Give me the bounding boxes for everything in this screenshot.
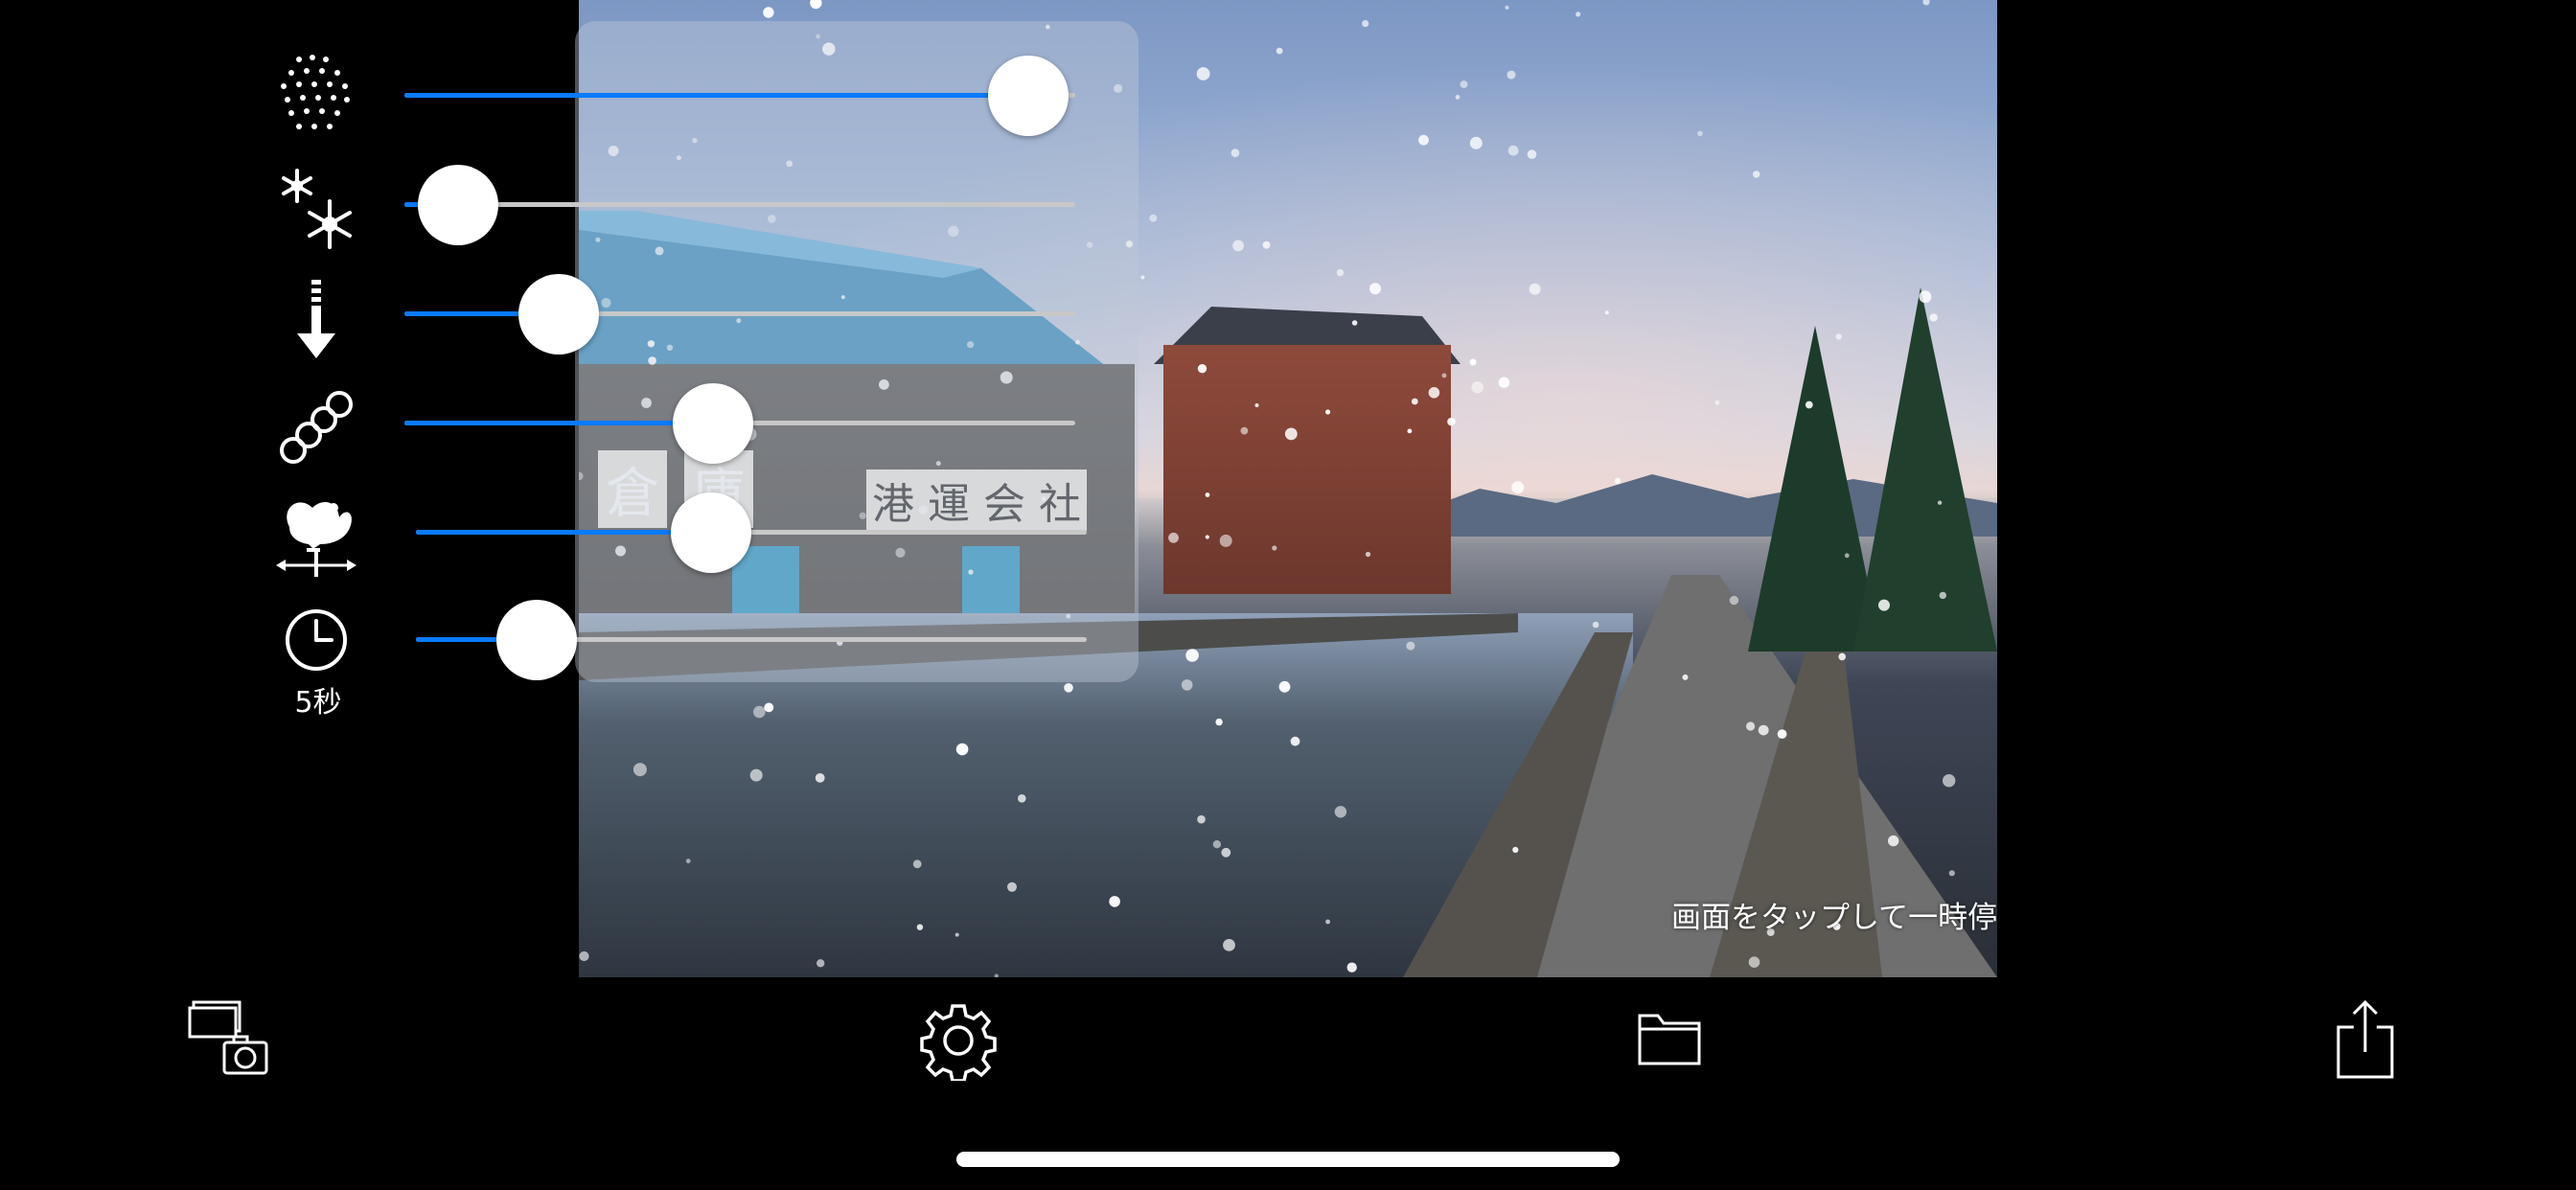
share-icon: [2336, 999, 2394, 1079]
folder-button[interactable]: [1637, 1010, 1702, 1071]
wind-slider[interactable]: [416, 492, 1087, 573]
weathervane-icon: [270, 489, 362, 581]
photos-camera-button[interactable]: [188, 998, 272, 1085]
snow-density-icon: [270, 50, 362, 142]
share-button[interactable]: [2334, 998, 2396, 1085]
size-slider[interactable]: [404, 165, 1075, 245]
home-indicator[interactable]: [956, 1152, 1620, 1167]
tap-to-pause-hint: 画面をタップして一時停止: [1671, 901, 1997, 935]
clock-icon: [270, 594, 362, 686]
fall-speed-slider[interactable]: [404, 274, 1075, 355]
wind-slider-knob[interactable]: [671, 492, 751, 573]
motion-blur-slider[interactable]: [404, 383, 1075, 464]
gear-icon: [920, 1004, 997, 1083]
down-arrow-icon: [270, 274, 362, 366]
fall-speed-slider-knob[interactable]: [518, 274, 599, 355]
snowflake-size-icon: [270, 165, 362, 257]
duration-slider-knob[interactable]: [496, 600, 577, 680]
motion-blur-icon: [270, 381, 362, 473]
density-slider[interactable]: [404, 56, 1075, 136]
motion-blur-slider-knob[interactable]: [673, 383, 753, 464]
photos-camera-icon: [188, 1000, 268, 1075]
size-slider-knob[interactable]: [418, 165, 498, 245]
duration-slider[interactable]: [416, 600, 1087, 680]
duration-label: 5秒: [294, 686, 342, 720]
folder-icon: [1638, 1014, 1701, 1065]
settings-button[interactable]: [918, 1000, 999, 1085]
density-slider-knob[interactable]: [988, 56, 1069, 136]
